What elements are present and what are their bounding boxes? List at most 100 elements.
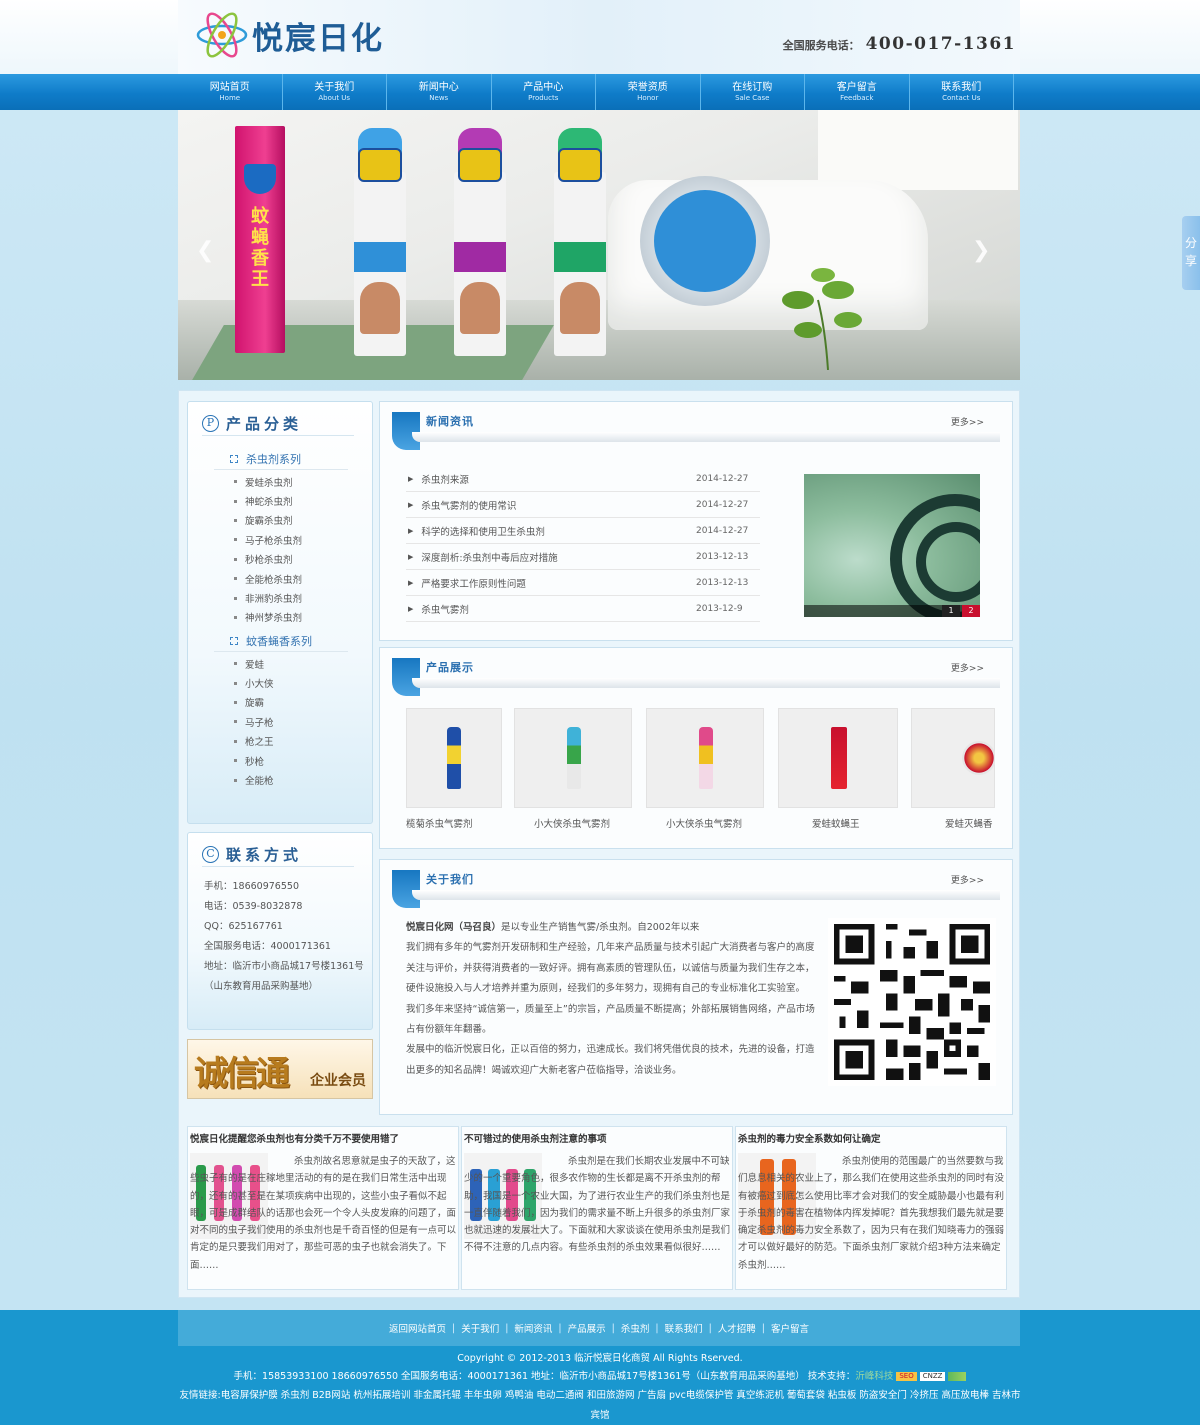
slider-page-2[interactable]: 2 xyxy=(962,605,980,617)
friend-links[interactable]: 友情链接:电容屏保护膜 杀虫剂 B2B网站 杭州拓展培训 非金属托辊 丰年虫卵 … xyxy=(176,1386,1024,1425)
news-item[interactable]: ▶ 杀虫剂来源 2014-12-27 xyxy=(406,466,760,492)
product-card[interactable]: 爱蛙蚊蝇王 xyxy=(778,708,898,830)
category-item[interactable]: 神州梦杀虫剂 xyxy=(234,608,354,627)
product-card[interactable]: 榄菊杀虫气雾剂 xyxy=(406,708,526,830)
footer-link-news[interactable]: 新闻资讯 xyxy=(514,1321,552,1335)
category-item[interactable]: 全能枪 xyxy=(234,770,354,789)
product-card[interactable]: 小大侠杀虫气雾剂 xyxy=(514,708,634,830)
item-label: 马子枪 xyxy=(245,717,274,729)
chengxin-member-badge[interactable]: 诚信通 企业会员 xyxy=(187,1039,373,1099)
share-tab[interactable]: 分享 xyxy=(1182,216,1200,290)
copyright: Copyright © 2012-2013 临沂悦宸日化商贸 All Right… xyxy=(457,1353,743,1364)
category-item[interactable]: 马子枪 xyxy=(234,712,354,731)
item-label: 爱蛙杀虫剂 xyxy=(245,477,293,489)
product-more-link[interactable]: 更多>> xyxy=(951,661,984,674)
bullet-icon xyxy=(234,759,237,763)
nav-news[interactable]: 新闻中心 News xyxy=(387,74,492,110)
category-group-coil[interactable]: 蚊香蝇香系列 xyxy=(214,630,348,652)
news-date: 2014-12-27 xyxy=(696,525,749,536)
news-more-link[interactable]: 更多>> xyxy=(951,415,984,428)
panel-head-line xyxy=(412,890,1000,900)
news-item[interactable]: ▶ 深度剖析:杀虫剂中毒后应对措施 2013-12-13 xyxy=(406,544,760,570)
category-item[interactable]: 爱蛙 xyxy=(234,654,354,673)
bullet-icon xyxy=(234,778,237,782)
category-item[interactable]: 枪之王 xyxy=(234,732,354,751)
qr-code-icon[interactable] xyxy=(828,918,996,1086)
banner-prev-arrow-icon[interactable]: ❮ xyxy=(196,240,214,262)
item-label: 旋霸 xyxy=(245,698,265,710)
product-card[interactable]: 小大侠杀虫气雾剂 xyxy=(646,708,766,830)
shield-icon xyxy=(244,164,276,194)
chengxin-logo-text: 诚信通 xyxy=(194,1054,290,1094)
stat-badge-icon[interactable] xyxy=(948,1372,967,1381)
banner-next-arrow-icon[interactable]: ❯ xyxy=(972,240,990,262)
can-badge xyxy=(358,148,402,182)
news-title: 杀虫剂来源 xyxy=(421,474,469,486)
item-label: 爱蛙 xyxy=(245,659,265,671)
nav-about[interactable]: 关于我们 About Us xyxy=(283,74,387,110)
nav-order[interactable]: 在线订购 Sale Case xyxy=(701,74,805,110)
about-lead-text: 是以专业生产销售气雾/杀虫剂。自2002年以来 xyxy=(501,922,700,933)
slider-page-1[interactable]: 1 xyxy=(942,605,960,617)
category-item[interactable]: 旋霸 xyxy=(234,693,354,712)
about-paragraph: 我们拥有多年的气雾剂开发研制和生产经验，几年来产品质量与技术引起广大消费者与客户… xyxy=(406,942,815,995)
nav-home[interactable]: 网站首页 Home xyxy=(178,74,283,110)
category-item[interactable]: 全能枪杀虫剂 xyxy=(234,569,354,588)
contact-address: 地址：临沂市小商品城17号楼1361号（山东教育用品采购基地） xyxy=(204,961,364,992)
site-header: 悦宸日化 全国服务电话： 400-017-1361 xyxy=(0,0,1200,74)
news-image-slider[interactable]: 1 2 xyxy=(804,474,980,617)
category-item[interactable]: 小大侠 xyxy=(234,673,354,692)
category-item[interactable]: 马子枪杀虫剂 xyxy=(234,530,354,549)
news-item[interactable]: ▶ 科学的选择和使用卫生杀虫剂 2014-12-27 xyxy=(406,518,760,544)
tin-inner xyxy=(654,190,756,292)
nav-honor[interactable]: 荣誉资质 Honor xyxy=(596,74,701,110)
product-card[interactable]: 爱蛙灭蝇香 xyxy=(911,708,995,830)
contact-phone: 电话：0539-8032878 xyxy=(204,901,303,912)
logo[interactable]: 悦宸日化 xyxy=(194,10,424,60)
article-card[interactable]: 悦宸日化提醒您杀虫剂也有分类千万不要使用错了 杀虫剂故名思意就是虫子的天敌了，这… xyxy=(187,1126,459,1290)
seo-badge-icon[interactable]: SEO xyxy=(896,1372,917,1381)
news-item[interactable]: ▶ 杀虫气雾剂的使用常识 2014-12-27 xyxy=(406,492,760,518)
footer-link-insecticide[interactable]: 杀虫剂 xyxy=(621,1321,650,1335)
nav-feedback[interactable]: 客户留言 Feedback xyxy=(805,74,910,110)
footer-link-about[interactable]: 关于我们 xyxy=(461,1321,499,1335)
bullet-icon xyxy=(234,499,237,503)
category-item[interactable]: 秒枪杀虫剂 xyxy=(234,550,354,569)
item-label: 旋霸杀虫剂 xyxy=(245,516,293,528)
article-card[interactable]: 不可错过的使用杀虫剂注意的事项 杀虫剂是在我们长期农业发展中不可缺少的一个重要角… xyxy=(461,1126,733,1290)
category-item[interactable]: 神蛇杀虫剂 xyxy=(234,491,354,510)
contact-qq: QQ：625167761 xyxy=(204,921,283,932)
category-item[interactable]: 旋霸杀虫剂 xyxy=(234,511,354,530)
site-footer: 返回网站首页 | 关于我们 | 新闻资讯 | 产品展示 | 杀虫剂 | 联系我们 | 人才招… xyxy=(0,1310,1200,1425)
product-image xyxy=(911,708,995,808)
banner-slideshow[interactable]: 蚊蝇香王 ❮ ❯ xyxy=(178,110,1020,380)
square-bullet-icon xyxy=(230,636,238,645)
news-title: 科学的选择和使用卫生杀虫剂 xyxy=(421,526,545,538)
category-item[interactable]: 秒枪 xyxy=(234,751,354,770)
footer-link-jobs[interactable]: 人才招聘 xyxy=(718,1321,756,1335)
about-paragraph: 我们多年来坚持“诚信第一，质量至上”的宗旨，产品质量不断提高；外部拓展销售网络，… xyxy=(406,1003,815,1036)
triangle-bullet-icon: ▶ xyxy=(408,552,414,561)
category-item[interactable]: 爱蛙杀虫剂 xyxy=(234,472,354,491)
about-paragraph: 发展中的临沂悦宸日化，正以百倍的努力，迅速成长。我们将凭借优良的技术，先进的设备… xyxy=(406,1044,815,1076)
category-item[interactable]: 非洲豹杀虫剂 xyxy=(234,588,354,607)
contact-mobile: 手机：18660976550 xyxy=(204,881,299,892)
article-card[interactable]: 杀虫剂的毒力安全系数如何让确定 杀虫剂使用的范围最广的当然要数与我们息息相关的农… xyxy=(735,1126,1007,1290)
news-item[interactable]: ▶ 严格要求工作原则性问题 2013-12-13 xyxy=(406,570,760,596)
news-item[interactable]: ▶ 杀虫气雾剂 2013-12-9 xyxy=(406,596,760,622)
cnzz-badge-icon[interactable]: CNZZ xyxy=(919,1372,946,1381)
footer-link-feedback[interactable]: 客户留言 xyxy=(771,1321,809,1335)
category-group-insecticide[interactable]: 杀虫剂系列 xyxy=(214,448,348,470)
about-more-link[interactable]: 更多>> xyxy=(951,873,984,886)
news-date: 2013-12-9 xyxy=(696,603,743,614)
category-title: P 产品分类 xyxy=(202,412,354,436)
can-badge xyxy=(458,148,502,182)
nav-sublabel: Honor xyxy=(637,94,659,102)
footer-link-products[interactable]: 产品展示 xyxy=(568,1321,606,1335)
product-image xyxy=(778,708,898,808)
nav-contact[interactable]: 联系我们 Contact Us xyxy=(910,74,1014,110)
tech-support-link[interactable]: 沂峰科技 xyxy=(855,1371,893,1382)
nav-products[interactable]: 产品中心 Products xyxy=(492,74,596,110)
footer-link-home[interactable]: 返回网站首页 xyxy=(389,1321,446,1335)
footer-link-contact[interactable]: 联系我们 xyxy=(665,1321,703,1335)
